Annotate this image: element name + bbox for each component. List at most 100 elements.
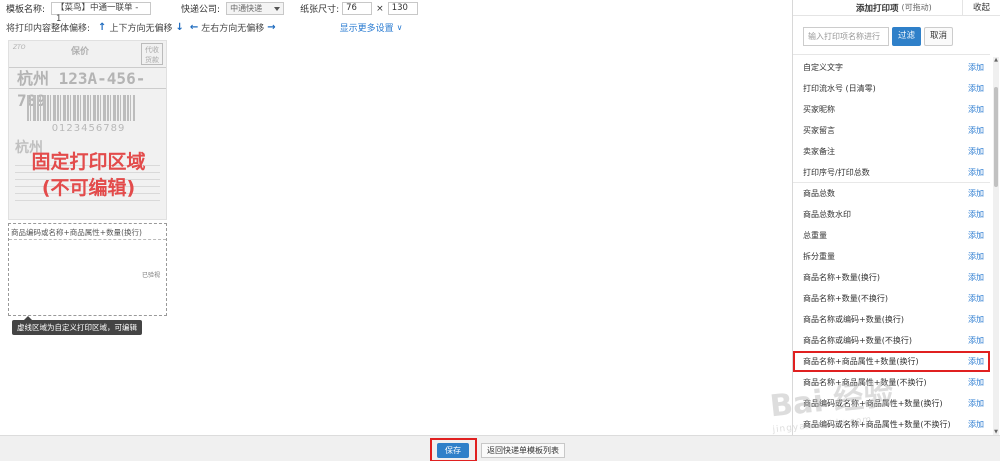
cod-tag: 代收货款 bbox=[141, 43, 163, 65]
add-item-link[interactable]: 添加 bbox=[968, 377, 984, 388]
list-item: 商品名称+数量(不换行) 添加 bbox=[793, 288, 990, 309]
custom-print-item[interactable]: 商品编码或名称+商品属性+数量(换行) bbox=[11, 227, 142, 238]
arrow-up-icon: ↑ bbox=[98, 21, 107, 33]
list-item: 总重量 添加 bbox=[793, 225, 990, 246]
arrow-right-icon: → bbox=[267, 21, 276, 33]
print-item-label: 商品总数水印 bbox=[803, 210, 851, 219]
add-item-link[interactable]: 添加 bbox=[968, 419, 984, 430]
add-item-link[interactable]: 添加 bbox=[968, 293, 984, 304]
vertical-offset-button[interactable]: ↑ 上下方向无偏移 ↓ bbox=[98, 21, 184, 34]
horizontal-offset-button[interactable]: ← 左右方向无偏移 → bbox=[190, 21, 276, 34]
list-item: 商品总数 添加 bbox=[793, 183, 990, 204]
add-item-link[interactable]: 添加 bbox=[968, 188, 984, 199]
panel-title: 添加打印项 bbox=[856, 3, 899, 14]
print-item-label: 商品编码或名称+商品属性+数量(换行) bbox=[803, 399, 943, 408]
add-item-link[interactable]: 添加 bbox=[968, 146, 984, 157]
horizontal-offset-text: 左右方向无偏移 bbox=[201, 23, 265, 34]
print-item-label: 买家留言 bbox=[803, 126, 835, 135]
cancel-button[interactable]: 取消 bbox=[924, 27, 954, 46]
fixed-print-area: ZTO 保价 代收货款 杭州 123A-456-789 0123456789 杭… bbox=[8, 40, 167, 220]
courier-logo: ZTO bbox=[13, 44, 26, 51]
custom-area-divider bbox=[9, 239, 166, 240]
panel-scrollbar[interactable]: ▲ ▼ bbox=[993, 57, 999, 435]
save-button-highlight: 保存 bbox=[430, 438, 477, 461]
save-button[interactable]: 保存 bbox=[437, 443, 469, 458]
add-item-link[interactable]: 添加 bbox=[968, 398, 984, 409]
scroll-up-icon[interactable]: ▲ bbox=[993, 57, 999, 63]
list-item: 商品名称或编码+数量(换行) 添加 bbox=[793, 309, 990, 330]
panel-header[interactable]: 添加打印项 (可拖动) 收起 bbox=[793, 0, 1000, 16]
add-item-link[interactable]: 添加 bbox=[968, 251, 984, 262]
fixed-area-notice: 固定打印区域 (不可编辑) bbox=[9, 149, 166, 201]
show-more-settings-link[interactable]: 显示更多设置 ∨ bbox=[340, 21, 403, 34]
filter-bar: 输入打印项名称进行 过滤 取消 bbox=[793, 16, 1000, 46]
template-toolbar: 模板名称: 【菜鸟】中通一联单 - 1 快递公司: 中通快递 纸张尺寸: 76 … bbox=[0, 0, 792, 24]
add-item-link[interactable]: 添加 bbox=[968, 230, 984, 241]
list-item: 拆分重量 添加 bbox=[793, 246, 990, 267]
paper-size-label: 纸张尺寸: bbox=[300, 5, 340, 15]
offset-bar: 将打印内容整体偏移: ↑ 上下方向无偏移 ↓ ← 左右方向无偏移 → 显示更多设… bbox=[0, 19, 792, 35]
add-print-item-panel: 添加打印项 (可拖动) 收起 输入打印项名称进行 过滤 取消 自定义文字 添加 打… bbox=[792, 0, 1000, 435]
search-input[interactable]: 输入打印项名称进行 bbox=[803, 27, 889, 46]
add-item-link[interactable]: 添加 bbox=[968, 104, 984, 115]
template-name-input[interactable]: 【菜鸟】中通一联单 - 1 bbox=[51, 2, 152, 24]
paper-width-input[interactable]: 76 bbox=[342, 2, 373, 15]
list-item: 打印序号/打印总数 添加 bbox=[793, 162, 990, 183]
list-item: 卖家备注 添加 bbox=[793, 141, 990, 162]
print-item-label: 商品名称+数量(不换行) bbox=[803, 294, 888, 303]
add-item-link[interactable]: 添加 bbox=[968, 209, 984, 220]
scrollbar-thumb[interactable] bbox=[994, 87, 998, 187]
business-type: 保价 bbox=[71, 47, 90, 57]
arrow-down-icon: ↓ bbox=[175, 21, 184, 33]
print-item-label: 商品名称+商品属性+数量(不换行) bbox=[803, 378, 927, 387]
add-item-link[interactable]: 添加 bbox=[968, 125, 984, 136]
template-name-label: 模板名称: bbox=[6, 5, 46, 15]
offset-label: 将打印内容整体偏移: bbox=[6, 23, 91, 34]
list-item-highlighted: 商品名称+商品属性+数量(换行) 添加 bbox=[793, 351, 990, 372]
fixed-area-notice-line1: 固定打印区域 bbox=[31, 151, 146, 173]
add-item-link[interactable]: 添加 bbox=[968, 314, 984, 325]
list-item: 自定义文字 添加 bbox=[793, 57, 990, 78]
print-item-label: 卖家备注 bbox=[803, 147, 835, 156]
print-item-label: 自定义文字 bbox=[803, 63, 843, 72]
custom-area-tooltip: 虚线区域为自定义打印区域，可编辑 bbox=[12, 316, 142, 335]
list-item: 买家昵称 添加 bbox=[793, 99, 990, 120]
add-item-link[interactable]: 添加 bbox=[968, 167, 984, 178]
list-item: 打印流水号 (日清零) 添加 bbox=[793, 78, 990, 99]
print-item-label: 商品名称或编码+数量(不换行) bbox=[803, 336, 912, 345]
list-item: 商品编码或名称+商品属性+数量(换行) 添加 bbox=[793, 393, 990, 414]
print-item-list: 自定义文字 添加 打印流水号 (日清零) 添加 买家昵称 添加 买家留言 添加 卖家备注… bbox=[793, 57, 990, 435]
list-item: 商品总数水印 添加 bbox=[793, 204, 990, 225]
panel-title-hint: (可拖动) bbox=[901, 3, 932, 12]
print-item-label: 商品总数 bbox=[803, 189, 835, 198]
courier-select[interactable]: 中通快递 bbox=[226, 2, 285, 15]
print-item-label: 商品编码或名称+商品属性+数量(不换行) bbox=[803, 420, 951, 429]
add-item-link[interactable]: 添加 bbox=[968, 335, 984, 346]
print-item-label: 商品名称+数量(换行) bbox=[803, 273, 880, 282]
print-item-label: 打印流水号 (日清零) bbox=[803, 84, 876, 93]
back-to-template-list-button[interactable]: 返回快递单模板列表 bbox=[481, 443, 565, 458]
bottom-action-bar: 保存 返回快递单模板列表 bbox=[0, 435, 1000, 461]
list-item: 买家留言 添加 bbox=[793, 120, 990, 141]
add-item-link[interactable]: 添加 bbox=[968, 62, 984, 73]
add-item-link[interactable]: 添加 bbox=[968, 356, 984, 367]
inspected-stamp: 已验视 bbox=[141, 272, 160, 279]
add-item-link[interactable]: 添加 bbox=[968, 272, 984, 283]
print-item-label: 买家昵称 bbox=[803, 105, 835, 114]
paper-size-separator: × bbox=[376, 3, 384, 14]
chevron-down-icon: ∨ bbox=[396, 22, 403, 32]
list-item: 商品名称或编码+数量(不换行) 添加 bbox=[793, 330, 990, 351]
filter-button[interactable]: 过滤 bbox=[892, 27, 922, 46]
waybill-preview: ZTO 保价 代收货款 杭州 123A-456-789 0123456789 杭… bbox=[8, 40, 167, 316]
custom-print-area[interactable]: 商品编码或名称+商品属性+数量(换行) 已验视 bbox=[8, 223, 167, 316]
print-item-label: 商品名称+商品属性+数量(换行) bbox=[803, 357, 919, 366]
print-item-label: 拆分重量 bbox=[803, 252, 835, 261]
collapse-button[interactable]: 收起 bbox=[962, 0, 1000, 16]
add-item-link[interactable]: 添加 bbox=[968, 83, 984, 94]
chevron-down-icon bbox=[274, 6, 281, 11]
fixed-area-notice-line2: (不可编辑) bbox=[41, 177, 136, 199]
show-more-settings-text: 显示更多设置 bbox=[339, 23, 394, 34]
arrow-left-icon: ← bbox=[189, 21, 199, 33]
print-item-label: 打印序号/打印总数 bbox=[803, 167, 870, 177]
paper-height-input[interactable]: 130 bbox=[387, 2, 418, 15]
